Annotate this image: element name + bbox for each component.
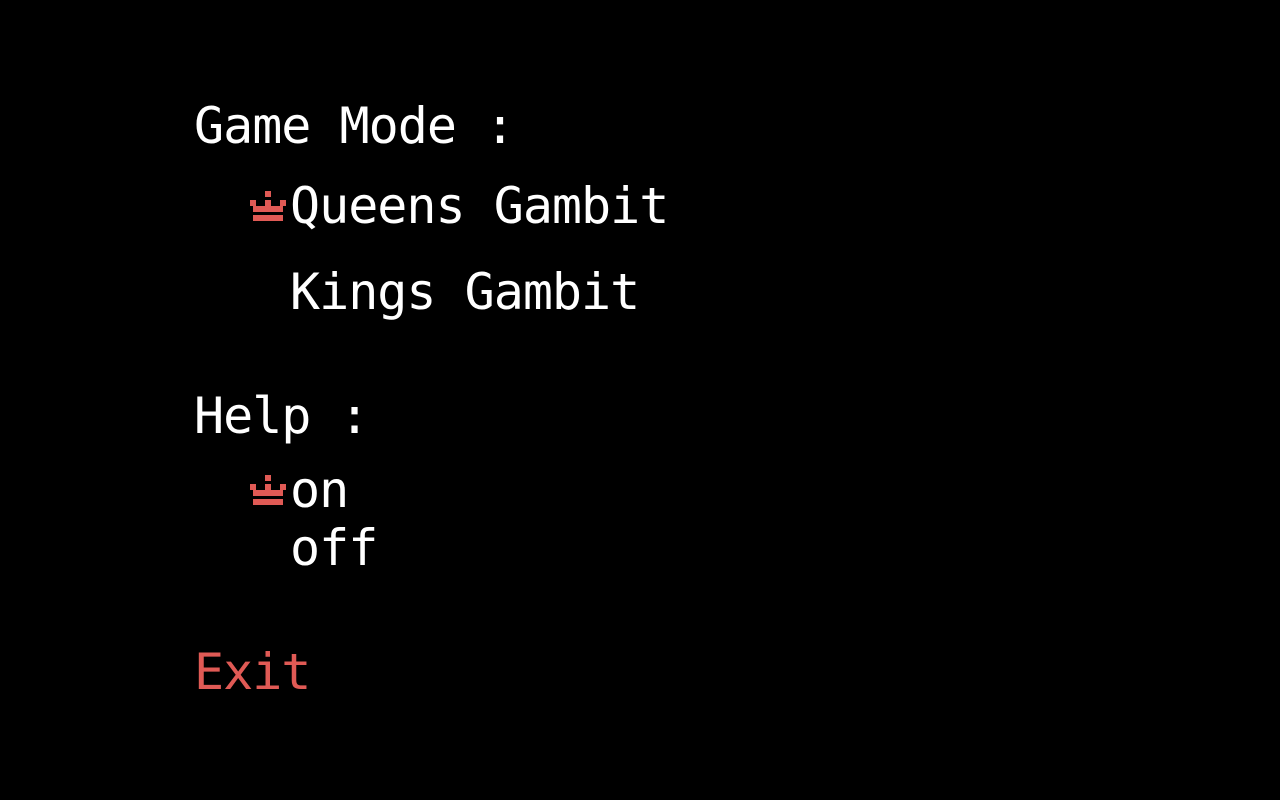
option-label: on [290,461,349,519]
help-option-on[interactable]: on [246,461,349,519]
help-option-off[interactable]: off [246,519,378,577]
game-mode-heading: Game Mode : [194,97,515,155]
option-label: off [290,519,378,577]
settings-menu: Game Mode : Queens Gambit Kings Gambit H… [0,0,1280,800]
game-mode-option-kings-gambit[interactable]: Kings Gambit [246,263,640,321]
selection-marker [246,178,290,234]
exit-button[interactable]: Exit [194,644,311,700]
selection-marker-empty [246,264,290,320]
selection-marker-empty [246,520,290,576]
option-label: Queens Gambit [290,177,669,235]
crown-icon [250,191,286,221]
help-heading: Help : [194,387,370,445]
selection-marker [246,462,290,518]
game-mode-option-queens-gambit[interactable]: Queens Gambit [246,177,669,235]
option-label: Kings Gambit [290,263,640,321]
crown-icon [250,475,286,505]
